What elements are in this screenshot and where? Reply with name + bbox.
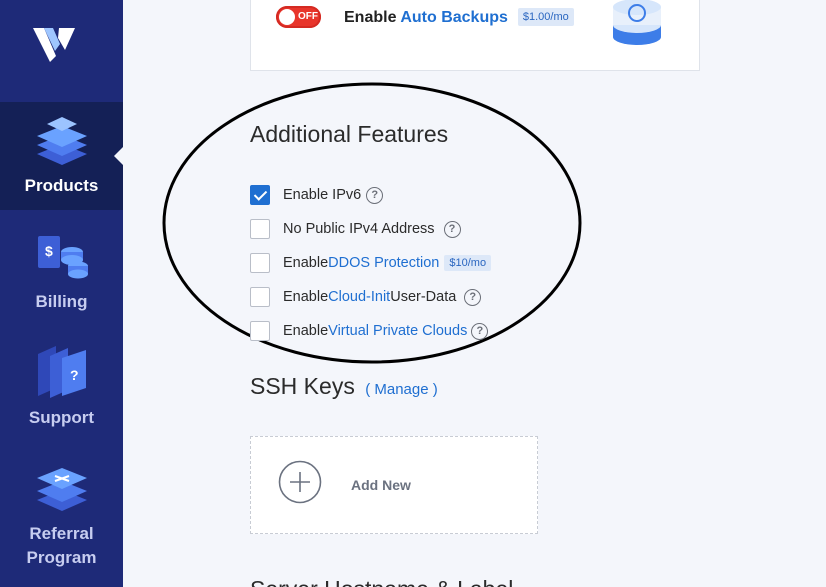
feature-label: Enable IPv6 [283,187,362,203]
feature-label: No Public IPv4 Address [283,221,435,237]
feature-no-public-ipv4[interactable]: No Public IPv4 Address ? [250,218,461,240]
auto-backups-prefix: Enable [344,9,401,26]
auto-backups-toggle[interactable]: OFF [276,6,321,28]
sidebar-item-label: Billing [35,292,88,311]
help-icon[interactable]: ? [366,186,384,204]
no-public-ipv4-checkbox[interactable] [250,219,270,239]
auto-backups-price-badge: $1.00/mo [517,8,574,26]
server-hostname-title: Server Hostname & Label [250,576,513,587]
toggle-knob [279,9,295,25]
sidebar-item-support[interactable]: ? Support [0,340,123,440]
feature-virtual-private-clouds[interactable]: Enable Virtual Private Clouds ? [250,320,489,342]
svg-text:$: $ [45,243,53,259]
ddos-protection-checkbox[interactable] [250,253,270,273]
sidebar-item-label: Referral [29,524,94,543]
feature-label: Enable [283,323,329,339]
sidebar-item-referral[interactable]: Referral Program [0,462,123,572]
sidebar-item-products[interactable]: Products [0,102,123,210]
referral-icon [36,468,87,511]
support-icon: ? [37,346,86,398]
feature-label: Enable [283,255,329,271]
vpc-link[interactable]: Virtual Private Clouds [328,323,467,339]
sidebar-item-label: Products [24,176,99,195]
plus-circle-icon [278,460,322,504]
feature-label: Enable [283,289,329,305]
auto-backups-label: Enable Auto Backups $1.00/mo [344,8,574,27]
sidebar: Products $ Billing ? Support Referral Pr… [0,0,123,587]
billing-icon: $ [37,236,88,279]
active-indicator [114,147,123,165]
feature-enable-ipv6[interactable]: Enable IPv6 ? [250,184,384,206]
feature-cloud-init[interactable]: Enable Cloud-Init User-Data ? [250,286,482,308]
products-icon [36,117,87,165]
toggle-state-label: OFF [298,11,318,22]
vpc-checkbox[interactable] [250,321,270,341]
svg-text:?: ? [70,367,79,383]
feature-label-suffix: User-Data [390,289,457,305]
vultr-logo[interactable] [31,24,77,64]
sidebar-item-billing[interactable]: $ Billing [0,222,123,322]
cloud-init-link[interactable]: Cloud-Init [328,289,390,305]
ssh-keys-title-text: SSH Keys [250,373,355,399]
auto-backups-card: OFF Enable Auto Backups $1.00/mo [250,0,700,71]
ssh-keys-title: SSH Keys ( Manage ) [250,373,438,400]
add-ssh-key-card[interactable]: Add New [250,436,538,534]
ipv6-checkbox[interactable] [250,185,270,205]
ssh-manage-link[interactable]: ( Manage ) [365,381,438,398]
help-icon[interactable]: ? [443,220,461,238]
ddos-price-badge: $10/mo [444,255,492,271]
auto-backups-link[interactable]: Auto Backups [400,9,508,26]
add-new-label: Add New [351,477,411,493]
cloud-init-checkbox[interactable] [250,287,270,307]
help-icon[interactable]: ? [464,288,482,306]
backup-database-icon [613,0,661,45]
feature-ddos-protection[interactable]: Enable DDOS Protection $10/mo [250,252,492,274]
additional-features-title: Additional Features [250,121,449,147]
sidebar-item-label: Support [28,408,95,427]
help-icon[interactable]: ? [471,322,489,340]
sidebar-item-label: Program [26,548,97,567]
ddos-protection-link[interactable]: DDOS Protection [328,255,439,271]
